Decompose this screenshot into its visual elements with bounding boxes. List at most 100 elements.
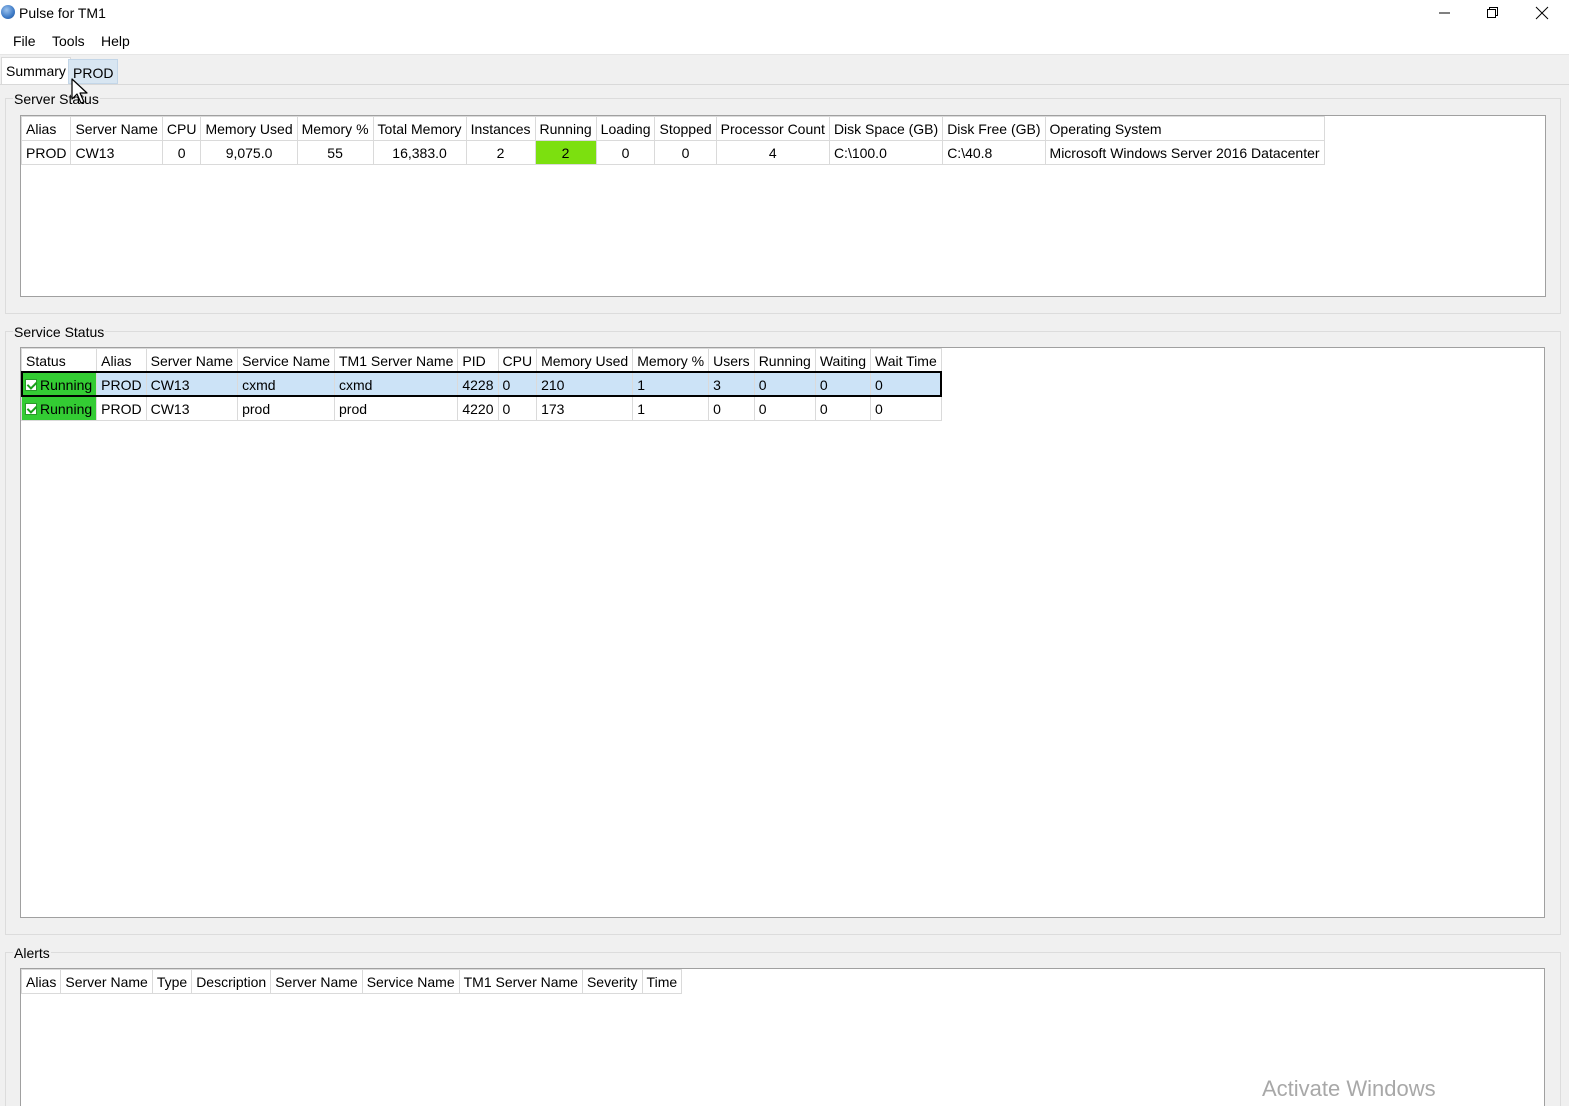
cell-memory-used: 9,075.0 xyxy=(200,140,298,165)
cell-running: 0 xyxy=(753,396,816,421)
service-status-header: Status Alias Server Name Service Name TM… xyxy=(20,348,942,373)
col-instances[interactable]: Instances xyxy=(465,116,536,141)
table-row[interactable]: Running PROD CW13 prod prod 4220 0 173 1… xyxy=(20,396,942,421)
cell-running: 0 xyxy=(753,372,816,397)
cell-status: Running xyxy=(20,372,98,397)
cell-cpu: 0 xyxy=(161,140,202,165)
col-users[interactable]: Users xyxy=(708,348,755,373)
mouse-cursor-icon xyxy=(71,78,88,104)
cell-users: 0 xyxy=(708,396,755,421)
col-running[interactable]: Running xyxy=(534,116,597,141)
alerts-header: Alias Server Name Type Description Serve… xyxy=(20,969,683,994)
tab-summary[interactable]: Summary xyxy=(1,57,71,84)
col-type[interactable]: Type xyxy=(151,969,193,994)
col-wait-time[interactable]: Wait Time xyxy=(870,348,942,373)
cell-wait-time: 0 xyxy=(870,372,942,397)
col-total-memory[interactable]: Total Memory xyxy=(372,116,467,141)
col-stopped[interactable]: Stopped xyxy=(654,116,717,141)
cell-disk-free: C:\40.8 xyxy=(942,140,1046,165)
col-tm1-server-name[interactable]: TM1 Server Name xyxy=(333,348,459,373)
restore-button[interactable] xyxy=(1469,0,1517,27)
cell-server-name: CW13 xyxy=(70,140,163,165)
tab-divider xyxy=(0,84,1569,85)
col-alias[interactable]: Alias xyxy=(20,969,62,994)
col-pid[interactable]: PID xyxy=(457,348,499,373)
cell-status: Running xyxy=(20,396,98,421)
server-status-table: Alias Server Name CPU Memory Used Memory… xyxy=(20,116,1325,165)
menu-help[interactable]: Help xyxy=(101,33,130,49)
cell-users: 3 xyxy=(708,372,755,397)
cell-instances: 2 xyxy=(465,140,536,165)
service-status-table: Status Alias Server Name Service Name TM… xyxy=(20,348,942,421)
service-status-label: Service Status xyxy=(13,324,106,340)
cell-alias: PROD xyxy=(20,140,72,165)
cell-tm1-server-name: cxmd xyxy=(333,372,459,397)
col-alias[interactable]: Alias xyxy=(96,348,147,373)
col-memory-used[interactable]: Memory Used xyxy=(200,116,298,141)
restore-icon xyxy=(1487,7,1498,18)
col-memory-percent[interactable]: Memory % xyxy=(296,116,374,141)
cell-running: 2 xyxy=(534,140,597,165)
col-waiting[interactable]: Waiting xyxy=(814,348,872,373)
col-memory-used[interactable]: Memory Used xyxy=(536,348,634,373)
cell-wait-time: 0 xyxy=(870,396,942,421)
cell-processor-count: 4 xyxy=(715,140,830,165)
title-bar: Pulse for TM1 xyxy=(0,0,1569,27)
alerts-label: Alerts xyxy=(13,945,51,961)
alerts-table: Alias Server Name Type Description Serve… xyxy=(20,969,683,994)
cell-cpu: 0 xyxy=(497,396,538,421)
col-service-name[interactable]: Service Name xyxy=(361,969,460,994)
col-time[interactable]: Time xyxy=(641,969,683,994)
menu-file[interactable]: File xyxy=(13,33,36,49)
col-alias[interactable]: Alias xyxy=(20,116,72,141)
table-row[interactable]: PROD CW13 0 9,075.0 55 16,383.0 2 2 0 0 … xyxy=(20,140,1325,165)
menu-tools[interactable]: Tools xyxy=(52,33,85,49)
status-text: Running xyxy=(40,376,93,393)
cell-memory-used: 173 xyxy=(536,396,634,421)
col-cpu[interactable]: CPU xyxy=(497,348,538,373)
col-disk-free[interactable]: Disk Free (GB) xyxy=(942,116,1046,141)
service-status-panel[interactable]: Status Alias Server Name Service Name TM… xyxy=(20,347,1545,918)
server-status-panel[interactable]: Alias Server Name CPU Memory Used Memory… xyxy=(20,115,1546,297)
status-text: Running xyxy=(40,400,93,417)
cell-disk-space: C:\100.0 xyxy=(828,140,944,165)
col-server-name[interactable]: Server Name xyxy=(70,116,163,141)
check-icon xyxy=(25,378,37,391)
col-disk-space[interactable]: Disk Space (GB) xyxy=(828,116,944,141)
col-server-name-2[interactable]: Server Name xyxy=(270,969,363,994)
cell-pid: 4220 xyxy=(457,396,499,421)
minimize-button[interactable] xyxy=(1421,0,1469,27)
col-service-name[interactable]: Service Name xyxy=(237,348,335,373)
cell-cpu: 0 xyxy=(497,372,538,397)
cell-memory-used: 210 xyxy=(536,372,634,397)
minimize-icon xyxy=(1439,12,1450,14)
cell-total-memory: 16,383.0 xyxy=(372,140,467,165)
col-description[interactable]: Description xyxy=(191,969,272,994)
cell-server-name: CW13 xyxy=(145,372,239,397)
cell-waiting: 0 xyxy=(814,396,872,421)
menu-bar: File Tools Help xyxy=(0,27,1569,55)
cell-loading: 0 xyxy=(595,140,656,165)
col-server-name[interactable]: Server Name xyxy=(145,348,239,373)
cell-memory-percent: 1 xyxy=(632,372,710,397)
table-row[interactable]: Running PROD CW13 cxmd cxmd 4228 0 210 1… xyxy=(20,372,942,397)
cell-service-name: prod xyxy=(237,396,335,421)
col-tm1-server-name[interactable]: TM1 Server Name xyxy=(458,969,583,994)
col-memory-percent[interactable]: Memory % xyxy=(632,348,710,373)
col-cpu[interactable]: CPU xyxy=(161,116,202,141)
cell-operating-system: Microsoft Windows Server 2016 Datacenter xyxy=(1044,140,1325,165)
col-operating-system[interactable]: Operating System xyxy=(1044,116,1325,141)
col-server-name[interactable]: Server Name xyxy=(60,969,153,994)
app-icon xyxy=(1,5,15,19)
close-button[interactable] xyxy=(1518,0,1566,27)
close-icon xyxy=(1535,6,1549,20)
col-status[interactable]: Status xyxy=(20,348,98,373)
cell-tm1-server-name: prod xyxy=(333,396,459,421)
server-status-header: Alias Server Name CPU Memory Used Memory… xyxy=(20,116,1325,141)
col-processor-count[interactable]: Processor Count xyxy=(715,116,830,141)
col-loading[interactable]: Loading xyxy=(595,116,656,141)
activate-windows-watermark: Activate Windows xyxy=(1262,1076,1436,1101)
col-severity[interactable]: Severity xyxy=(581,969,643,994)
col-running[interactable]: Running xyxy=(753,348,816,373)
cell-waiting: 0 xyxy=(814,372,872,397)
